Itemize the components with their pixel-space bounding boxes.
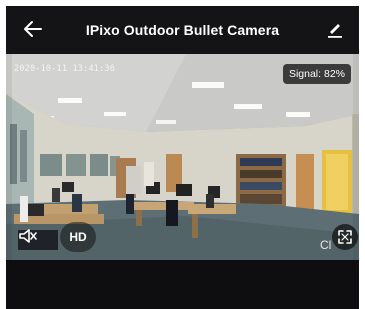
hd-quality-toggle[interactable]: HD — [60, 222, 96, 252]
speaker-muted-icon[interactable] — [18, 226, 38, 246]
fullscreen-icon — [338, 230, 352, 244]
video-timestamp: 2020-10-11 13:41:36 — [14, 64, 116, 74]
arrow-left-icon[interactable] — [22, 18, 44, 40]
live-video-feed[interactable]: 2020-10-11 13:41:36 Signal: 82% HD Cl — [6, 54, 359, 260]
page-title: IPixo Outdoor Bullet Camera — [85, 22, 280, 38]
pencil-icon[interactable] — [325, 19, 345, 39]
office-camera-image — [6, 54, 359, 260]
fullscreen-button[interactable] — [332, 224, 358, 250]
hd-label: HD — [69, 230, 87, 244]
camera-app: IPixo Outdoor Bullet Camera 2020-10-11 1… — [0, 0, 365, 309]
top-bar: IPixo Outdoor Bullet Camera — [6, 6, 359, 54]
signal-strength-badge: Signal: 82% — [282, 64, 351, 84]
bottom-panel — [6, 260, 359, 309]
clip-label-partial: Cl — [320, 238, 332, 252]
